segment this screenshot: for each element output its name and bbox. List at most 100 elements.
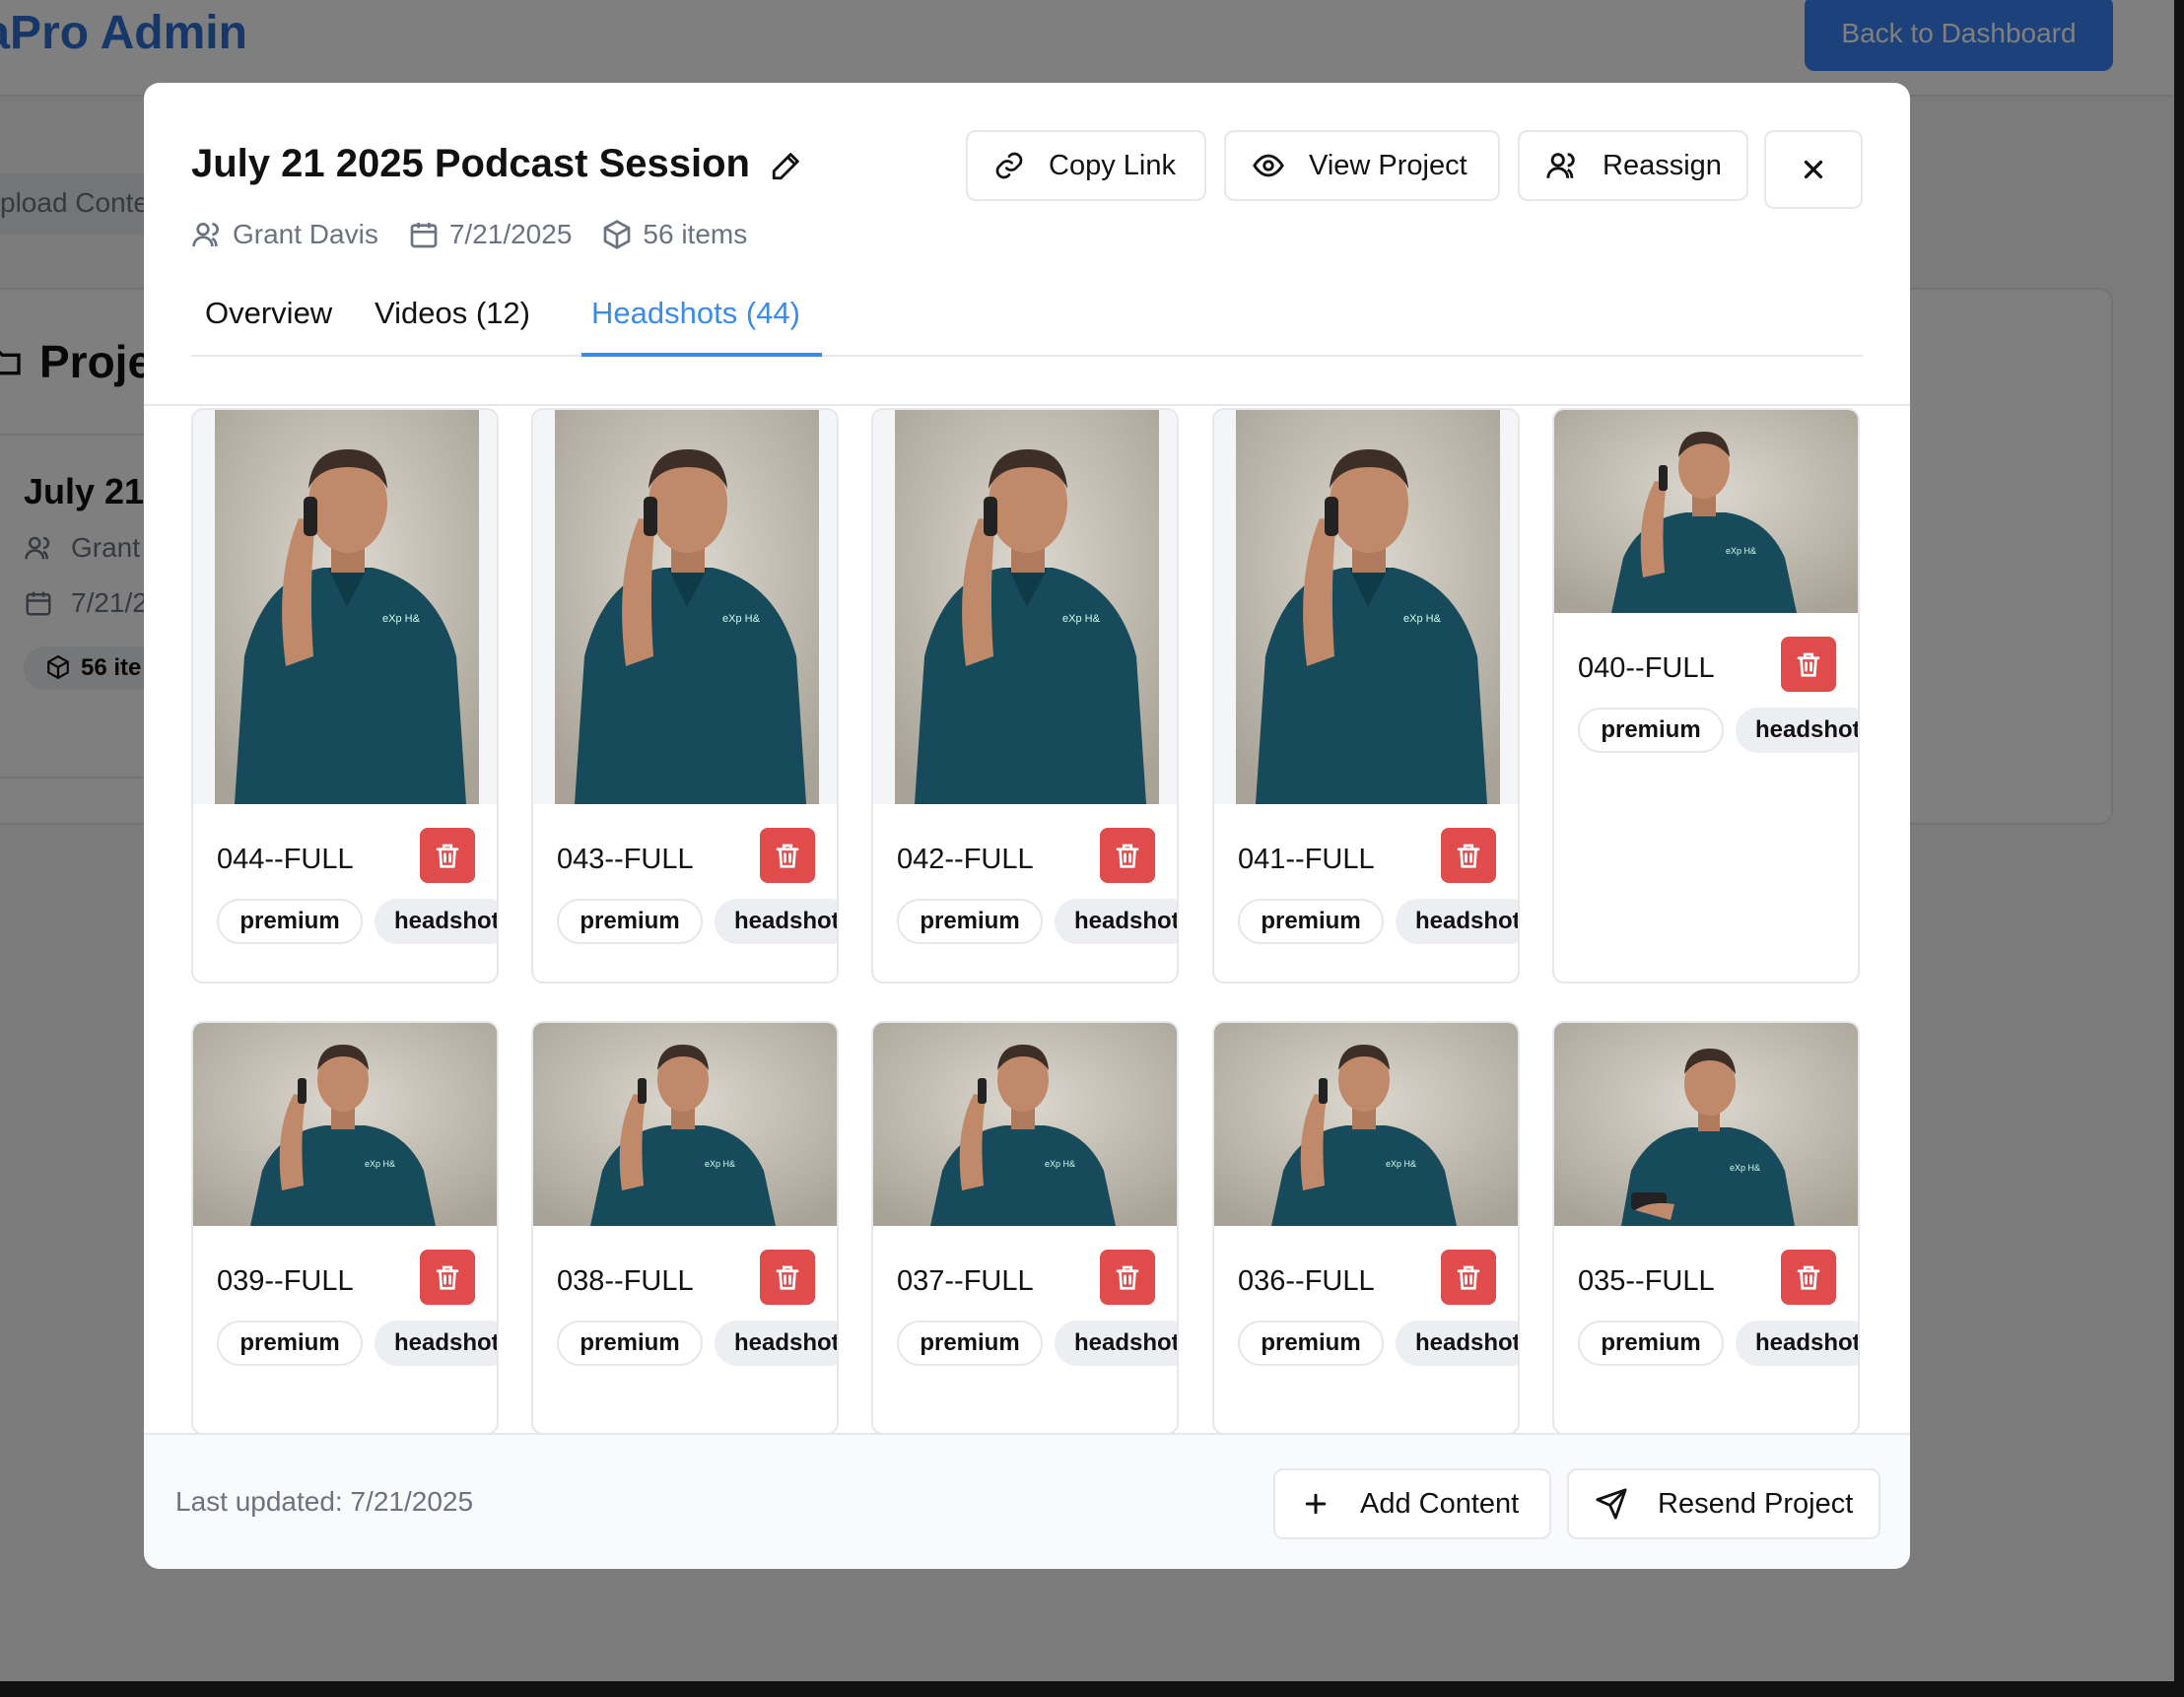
tag-premium: premium <box>1578 708 1724 753</box>
users-icon <box>192 223 219 247</box>
headshot-thumbnail[interactable]: eXp H& <box>193 410 497 804</box>
tag-premium: premium <box>897 1321 1043 1366</box>
headshot-name: 037--FULL <box>897 1265 1034 1297</box>
trash-icon <box>1457 844 1480 868</box>
tag-headshot: headshot <box>375 1321 497 1366</box>
meta-items-text: 56 items <box>643 219 748 249</box>
tag-premium: premium <box>557 899 703 944</box>
modal-meta: Grant Davis 7/21/2025 56 items <box>191 219 747 250</box>
headshots-grid: eXp H& 044--FULL premium headshot eXp H&… <box>144 408 1910 1433</box>
delete-headshot-button[interactable] <box>1100 1250 1155 1305</box>
headshot-thumbnail[interactable]: eXp H& <box>193 1023 497 1226</box>
tag-headshot: headshot <box>1396 1321 1518 1366</box>
tab-overview[interactable]: Overview <box>191 288 337 357</box>
delete-headshot-button[interactable] <box>420 1250 475 1305</box>
tag-headshot: headshot <box>715 899 837 944</box>
tag-headshot: headshot <box>715 1321 837 1366</box>
eye-icon <box>1253 154 1284 177</box>
reassign-label: Reassign <box>1603 149 1722 181</box>
tab-headshots[interactable]: Headshots (44) <box>581 288 822 357</box>
trash-icon <box>776 1265 799 1290</box>
trash-icon <box>1797 1265 1820 1290</box>
add-content-button[interactable]: Add Content <box>1273 1468 1551 1539</box>
svg-text:eXp H&: eXp H& <box>365 1159 395 1169</box>
meta-date: 7/21/2025 <box>408 219 573 250</box>
delete-headshot-button[interactable] <box>420 828 475 883</box>
headshot-name: 035--FULL <box>1578 1265 1715 1297</box>
headshot-card[interactable]: eXp H& 042--FULL premium headshot <box>871 408 1179 984</box>
delete-headshot-button[interactable] <box>1441 828 1496 883</box>
headshot-card[interactable]: eXp H& 039--FULL premium headshot <box>191 1021 499 1433</box>
headshot-thumbnail[interactable]: eXp H& <box>1554 1023 1858 1226</box>
delete-headshot-button[interactable] <box>1441 1250 1496 1305</box>
tag-headshot: headshot <box>1736 1321 1858 1366</box>
close-modal-button[interactable] <box>1764 130 1863 209</box>
delete-headshot-button[interactable] <box>760 828 815 883</box>
headshot-name: 040--FULL <box>1578 652 1715 684</box>
pencil-icon[interactable] <box>767 146 806 185</box>
screen-edge <box>2174 0 2184 1697</box>
svg-text:eXp H&: eXp H& <box>1726 546 1756 556</box>
svg-text:eXp H&: eXp H& <box>705 1159 735 1169</box>
svg-text:eXp H&: eXp H& <box>382 613 421 625</box>
resend-project-button[interactable]: Resend Project <box>1567 1468 1880 1539</box>
headshot-thumbnail[interactable]: eXp H& <box>873 410 1177 804</box>
svg-text:eXp H&: eXp H& <box>1386 1159 1416 1169</box>
users-icon <box>1546 153 1575 178</box>
headshot-card[interactable]: eXp H& 038--FULL premium headshot <box>531 1021 839 1433</box>
tag-premium: premium <box>557 1321 703 1366</box>
svg-text:eXp H&: eXp H& <box>1062 613 1101 625</box>
tag-premium: premium <box>897 899 1043 944</box>
meta-items: 56 items <box>601 219 747 250</box>
svg-text:eXp H&: eXp H& <box>722 613 761 625</box>
headshot-name: 043--FULL <box>557 844 694 875</box>
send-icon <box>1596 1488 1627 1520</box>
headshot-name: 044--FULL <box>217 844 354 875</box>
plus-icon <box>1305 1493 1327 1515</box>
view-project-label: View Project <box>1309 149 1467 181</box>
tab-videos[interactable]: Videos (12) <box>361 288 546 357</box>
headshot-card[interactable]: eXp H& 040--FULL premium headshot <box>1552 408 1860 984</box>
headshot-name: 042--FULL <box>897 844 1034 875</box>
headshot-thumbnail[interactable]: eXp H& <box>1554 410 1858 613</box>
headshot-card[interactable]: eXp H& 037--FULL premium headshot <box>871 1021 1179 1433</box>
headshot-thumbnail[interactable]: eXp H& <box>873 1023 1177 1226</box>
headshot-name: 041--FULL <box>1238 844 1375 875</box>
last-updated-text: Last updated: 7/21/2025 <box>175 1486 474 1517</box>
headshot-name: 038--FULL <box>557 1265 694 1297</box>
resend-project-label: Resend Project <box>1658 1487 1854 1520</box>
close-icon <box>1804 160 1823 179</box>
headshot-card[interactable]: eXp H& 035--FULL premium headshot <box>1552 1021 1860 1433</box>
reassign-button[interactable]: Reassign <box>1518 130 1748 201</box>
delete-headshot-button[interactable] <box>1781 637 1836 692</box>
delete-headshot-button[interactable] <box>1781 1250 1836 1305</box>
screen-edge <box>0 1681 2184 1697</box>
tag-headshot: headshot <box>375 899 497 944</box>
copy-link-button[interactable]: Copy Link <box>966 130 1206 201</box>
tag-headshot: headshot <box>1055 899 1177 944</box>
headshot-thumbnail[interactable]: eXp H& <box>533 1023 837 1226</box>
meta-date-text: 7/21/2025 <box>448 219 573 249</box>
meta-owner-text: Grant Davis <box>233 219 378 249</box>
svg-text:eXp H&: eXp H& <box>1045 1159 1075 1169</box>
tag-premium: premium <box>1238 899 1384 944</box>
headshot-card[interactable]: eXp H& 041--FULL premium headshot <box>1212 408 1520 984</box>
headshot-thumbnail[interactable]: eXp H& <box>1214 410 1518 804</box>
headshot-name: 036--FULL <box>1238 1265 1375 1297</box>
delete-headshot-button[interactable] <box>1100 828 1155 883</box>
headshot-thumbnail[interactable]: eXp H& <box>1214 1023 1518 1226</box>
headshot-card[interactable]: eXp H& 036--FULL premium headshot <box>1212 1021 1520 1433</box>
tag-premium: premium <box>1238 1321 1384 1366</box>
headshot-card[interactable]: eXp H& 044--FULL premium headshot <box>191 408 499 984</box>
project-modal: July 21 2025 Podcast Session Grant Davis… <box>144 83 1910 1569</box>
copy-link-label: Copy Link <box>1049 149 1176 181</box>
trash-icon <box>1116 1265 1139 1290</box>
view-project-button[interactable]: View Project <box>1224 130 1500 201</box>
meta-owner: Grant Davis <box>191 219 378 250</box>
headshot-thumbnail[interactable]: eXp H& <box>533 410 837 804</box>
headshot-name: 039--FULL <box>217 1265 354 1297</box>
headshot-card[interactable]: eXp H& 043--FULL premium headshot <box>531 408 839 984</box>
tag-headshot: headshot <box>1736 708 1858 753</box>
svg-text:eXp H&: eXp H& <box>1730 1163 1760 1173</box>
delete-headshot-button[interactable] <box>760 1250 815 1305</box>
